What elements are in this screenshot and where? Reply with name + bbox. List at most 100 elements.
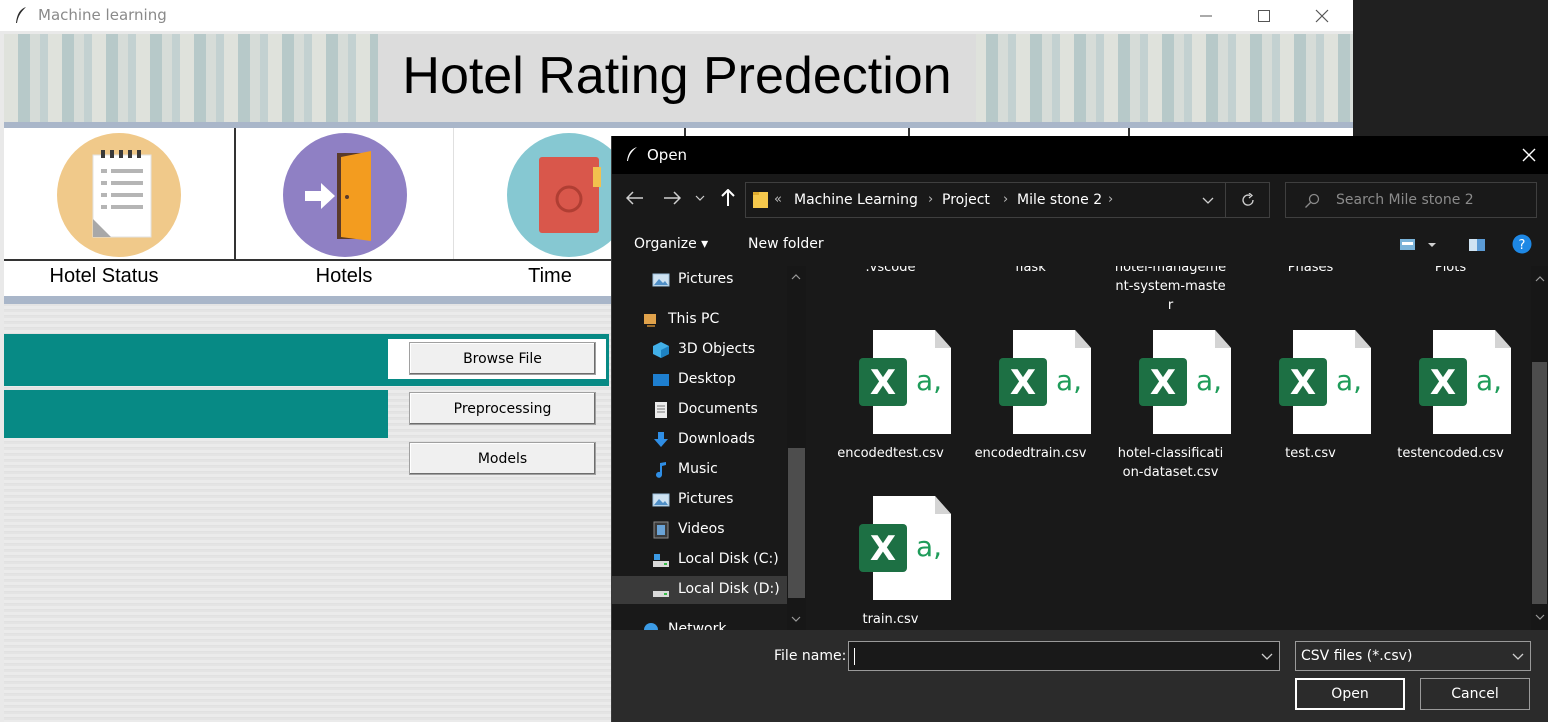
folder-item[interactable]: Phases (1248, 266, 1373, 277)
folder-name-line: nt-system-maste (1115, 279, 1226, 294)
nav-item-label: This PC (668, 311, 720, 327)
preview-pane-icon[interactable] (1468, 238, 1486, 252)
nav-item-pictures[interactable]: Pictures (612, 486, 787, 514)
nav-item-3d-objects[interactable]: 3D Objects (612, 336, 787, 364)
file-name-input[interactable] (848, 641, 1280, 671)
address-bar[interactable]: « Machine Learning › Project › Mile ston… (745, 182, 1270, 218)
up-button[interactable] (716, 186, 740, 210)
scroll-up-icon[interactable] (1535, 276, 1545, 282)
file-item[interactable]: Xa, encodedtest.csv (828, 330, 953, 461)
open-button[interactable]: Open (1295, 678, 1405, 710)
feather-icon (16, 7, 26, 23)
door-icon (304, 151, 371, 241)
folder-icon (753, 192, 768, 208)
nav-item-music[interactable]: Music (612, 456, 787, 484)
file-name: encodedtrain.csv (974, 446, 1087, 461)
file-list: .vscode flask hotel-manageme nt-system-m… (808, 266, 1531, 630)
file-type-select[interactable]: CSV files (*.csv) (1295, 641, 1531, 671)
nav-item-videos[interactable]: Videos (612, 516, 787, 544)
search-box[interactable]: Search Mile stone 2 (1285, 182, 1537, 218)
category-circle (57, 133, 181, 257)
nav-item-desktop[interactable]: Desktop (612, 366, 787, 394)
svg-text:X: X (1010, 363, 1036, 403)
breadcrumb-overflow[interactable]: « (774, 192, 782, 207)
dialog-close-button[interactable] (1517, 144, 1541, 166)
navigation-scrollbar-thumb[interactable] (788, 448, 805, 598)
nav-item-downloads[interactable]: Downloads (612, 426, 787, 454)
search-icon (1305, 193, 1320, 208)
svg-text:X: X (870, 529, 896, 569)
downloads-icon (654, 432, 668, 447)
documents-icon (655, 402, 667, 418)
excel-csv-icon: Xa, (1139, 330, 1231, 434)
nav-item-pictures-quick[interactable]: Pictures (612, 266, 787, 294)
scroll-up-icon[interactable] (791, 274, 801, 280)
chevron-down-icon (1512, 653, 1524, 660)
breadcrumb-mile-stone-2[interactable]: Mile stone 2 (1017, 192, 1102, 208)
file-item[interactable]: Xa, test.csv (1248, 330, 1373, 461)
cancel-button[interactable]: Cancel (1420, 678, 1530, 710)
maximize-button[interactable] (1235, 0, 1293, 31)
folder-item[interactable]: .vscode (828, 266, 953, 277)
folder-item[interactable]: Plots (1388, 266, 1513, 277)
breadcrumb-project[interactable]: Project (942, 192, 990, 208)
forward-button[interactable] (660, 186, 684, 210)
svg-text:a,: a, (1196, 364, 1222, 397)
models-button[interactable]: Models (409, 442, 596, 475)
scroll-down-icon[interactable] (791, 616, 801, 622)
network-icon (644, 623, 658, 630)
desktop-icon (653, 374, 669, 386)
nav-item-label: Network (668, 621, 727, 630)
help-icon[interactable]: ? (1512, 234, 1532, 254)
close-button[interactable] (1293, 0, 1351, 31)
svg-text:X: X (1430, 363, 1456, 403)
category-hotels[interactable] (236, 128, 454, 260)
folder-item[interactable]: hotel-manageme nt-system-maste r (1108, 266, 1233, 315)
dialog-titlebar[interactable]: Open (612, 136, 1548, 174)
view-options-icon[interactable] (1399, 238, 1439, 252)
excel-csv-icon: Xa, (999, 330, 1091, 434)
category-hotel-status[interactable] (4, 128, 236, 260)
file-type-value: CSV files (*.csv) (1301, 648, 1413, 664)
file-item[interactable]: Xa, testencoded.csv (1388, 330, 1513, 461)
nav-item-local-disk-c[interactable]: Local Disk (C:) (612, 546, 787, 574)
nav-item-this-pc[interactable]: This PC (612, 306, 787, 334)
status-bar (4, 390, 388, 438)
breadcrumb-separator-icon: › (1108, 192, 1114, 207)
pictures-icon (652, 273, 670, 287)
folder-name-line: r (1167, 298, 1174, 313)
address-dropdown-icon[interactable] (1202, 197, 1214, 205)
app-titlebar[interactable]: Machine learning (0, 0, 1353, 31)
dialog-title: Open (647, 146, 688, 164)
organize-button[interactable]: Organize ▾ (634, 236, 708, 252)
chevron-down-icon[interactable] (1261, 653, 1273, 661)
browse-file-button[interactable]: Browse File (409, 342, 596, 375)
file-item[interactable]: Xa, hotel-classificati on-dataset.csv (1108, 330, 1233, 480)
file-name: testencoded.csv (1397, 446, 1504, 461)
pictures-icon (652, 493, 670, 507)
svg-text:?: ? (1519, 238, 1526, 253)
back-button[interactable] (623, 186, 647, 210)
recent-locations-button[interactable] (692, 186, 708, 210)
breadcrumb-machine-learning[interactable]: Machine Learning (794, 192, 918, 208)
refresh-icon[interactable] (1241, 193, 1255, 207)
preprocessing-button[interactable]: Preprocessing (409, 392, 596, 425)
folder-item[interactable]: flask (968, 266, 1093, 277)
new-folder-button[interactable]: New folder (748, 236, 824, 252)
file-item[interactable]: Xa, train.csv (828, 496, 953, 627)
nav-item-label: Local Disk (D:) (678, 581, 780, 597)
scroll-down-icon[interactable] (1535, 614, 1545, 620)
folder-name: Phases (1287, 266, 1334, 275)
file-list-scrollbar-thumb[interactable] (1532, 362, 1547, 604)
minimize-button[interactable] (1177, 0, 1235, 31)
svg-text:X: X (1290, 363, 1316, 403)
nav-item-network[interactable]: Network (612, 616, 787, 630)
dialog-navigation-bar: « Machine Learning › Project › Mile ston… (612, 174, 1548, 224)
file-item[interactable]: Xa, encodedtrain.csv (968, 330, 1093, 461)
nav-item-documents[interactable]: Documents (612, 396, 787, 424)
svg-text:a,: a, (1476, 364, 1502, 397)
banner-title-box: Hotel Rating Predection (378, 34, 976, 122)
breadcrumb-separator-icon: › (928, 192, 934, 207)
nav-item-local-disk-d[interactable]: Local Disk (D:) (612, 576, 787, 604)
category-circle (282, 133, 407, 257)
